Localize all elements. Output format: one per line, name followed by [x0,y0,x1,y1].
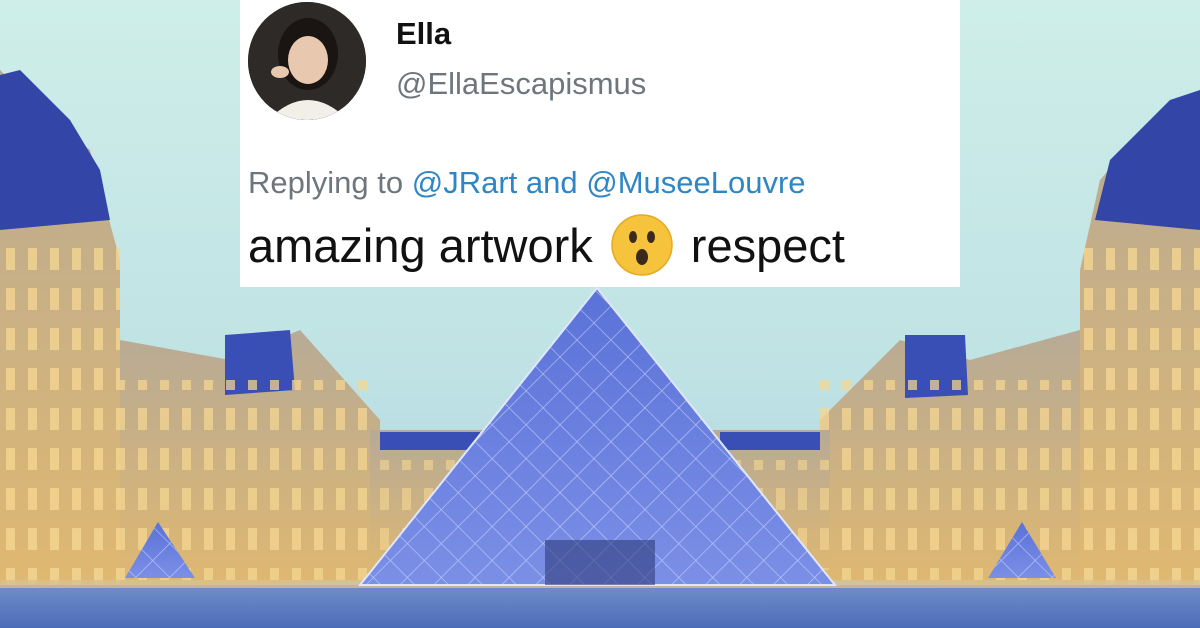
display-name[interactable]: Ella [396,16,451,52]
replying-to-line: Replying to @JRart and @MuseeLouvre [248,165,806,201]
tweet-text: amazing artwork respect [248,214,845,276]
user-handle[interactable]: @EllaEscapismus [396,66,646,102]
plaza [0,585,1200,628]
tweet-card[interactable]: Ella @EllaEscapismus Replying to @JRart … [240,0,960,287]
replying-prefix: Replying to [248,165,412,200]
mention-link-museelouvre[interactable]: @MuseeLouvre [586,165,805,200]
mention-link-jrart[interactable]: @JRart [412,165,518,200]
hushed-face-emoji-icon [611,214,673,276]
avatar-photo [248,2,366,120]
avatar[interactable] [248,2,366,120]
tweet-text-before-emoji: amazing artwork [248,218,593,272]
mention-joiner: and [517,165,587,200]
tweet-text-after-emoji: respect [690,218,845,272]
